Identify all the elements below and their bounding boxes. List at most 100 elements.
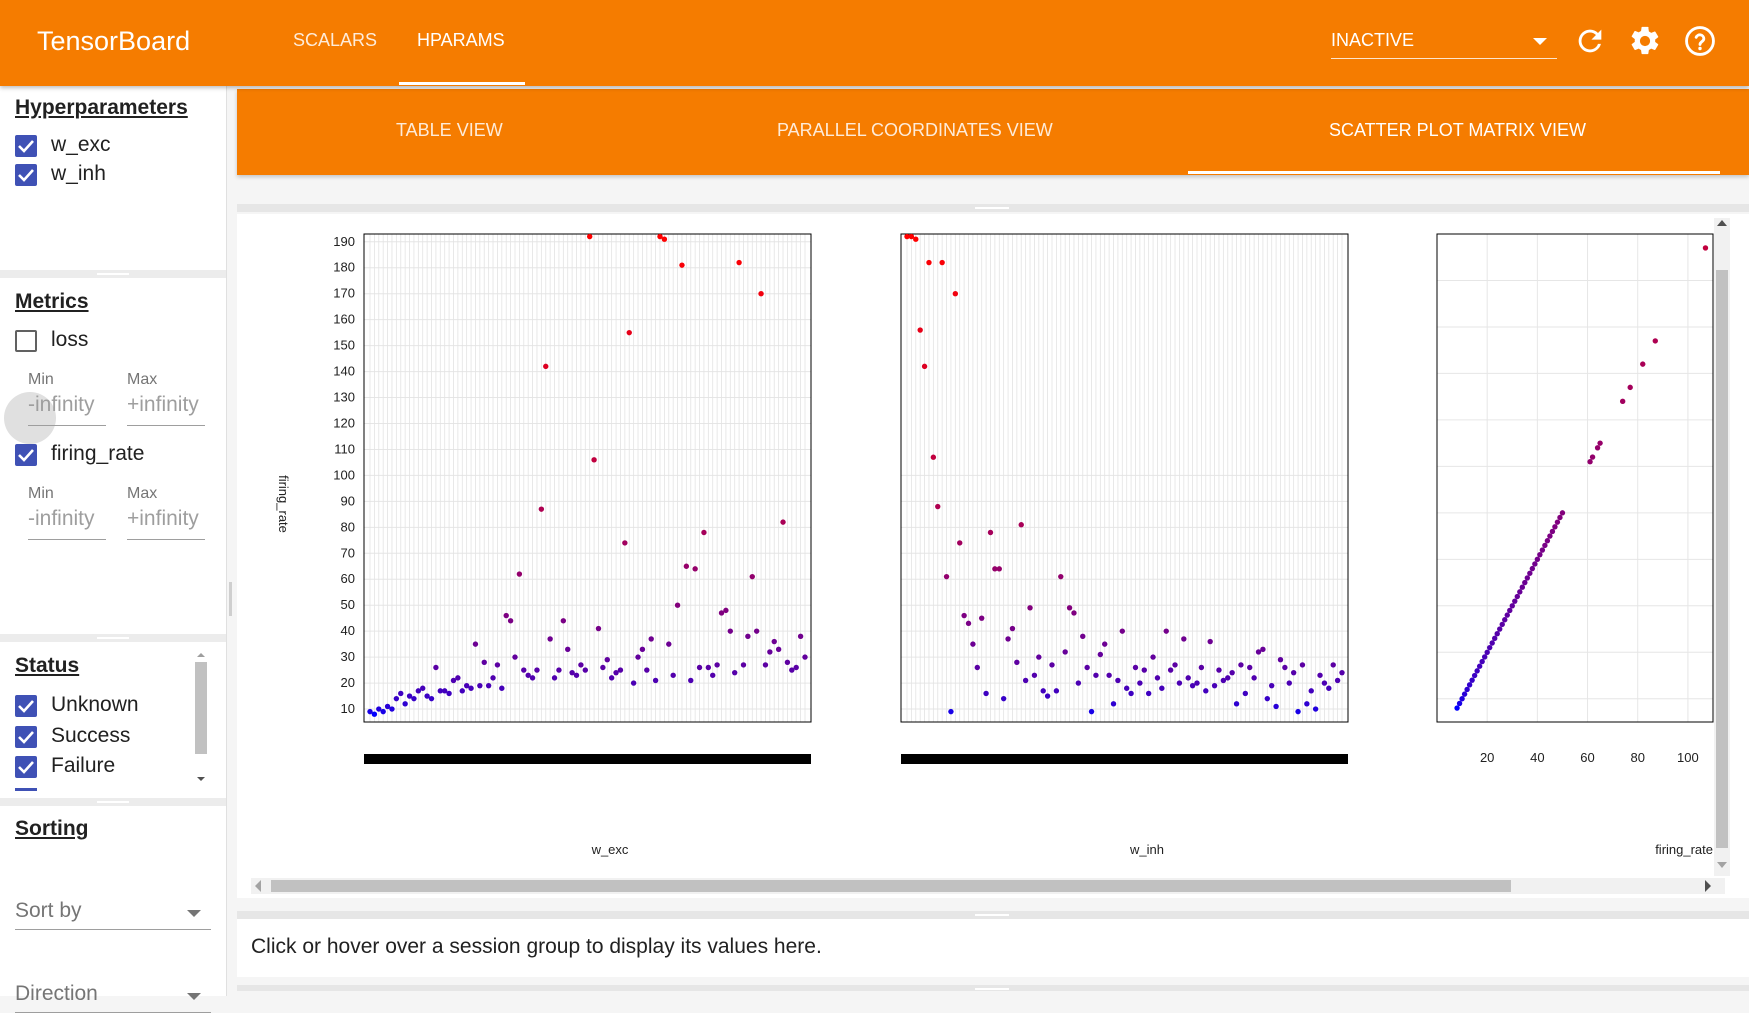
scatter-point[interactable] bbox=[714, 662, 720, 668]
scatter-point[interactable] bbox=[1062, 649, 1068, 655]
scatter-point[interactable] bbox=[731, 669, 738, 676]
scatter-point[interactable] bbox=[644, 667, 650, 673]
scatter-point[interactable] bbox=[736, 259, 742, 266]
scatter-point[interactable] bbox=[1137, 680, 1143, 686]
scatter-point[interactable] bbox=[420, 685, 426, 691]
scatter-point[interactable] bbox=[767, 649, 773, 655]
scatter-point[interactable] bbox=[1198, 664, 1205, 671]
scatter-point[interactable] bbox=[1225, 675, 1231, 681]
panel-splitter[interactable] bbox=[237, 985, 1749, 991]
scatter-point[interactable] bbox=[1097, 651, 1104, 658]
scatter-point[interactable] bbox=[411, 695, 417, 702]
scatter-point[interactable] bbox=[1247, 664, 1253, 671]
scatter-point[interactable] bbox=[578, 662, 584, 668]
scatter-point[interactable] bbox=[1132, 664, 1139, 671]
scatter-point[interactable] bbox=[1481, 654, 1488, 660]
scatter-point[interactable] bbox=[996, 566, 1002, 572]
scatter-point[interactable] bbox=[674, 602, 681, 608]
scatter-point[interactable] bbox=[1308, 688, 1314, 694]
scatter-point[interactable] bbox=[1587, 459, 1593, 465]
scatter-point[interactable] bbox=[446, 690, 452, 697]
scatter-point[interactable] bbox=[661, 236, 668, 242]
sidebar-splitter[interactable] bbox=[0, 270, 226, 278]
scatter-point[interactable] bbox=[1466, 682, 1473, 688]
scatter-point[interactable] bbox=[913, 236, 919, 242]
scatter-point[interactable] bbox=[622, 540, 628, 546]
tab-table-view[interactable]: TABLE VIEW bbox=[396, 120, 503, 141]
loss-min-input[interactable]: -infinity bbox=[28, 391, 106, 426]
scatter-point[interactable] bbox=[1119, 628, 1126, 634]
scatter-point[interactable] bbox=[1106, 672, 1112, 678]
scatter-point[interactable] bbox=[490, 675, 496, 681]
scatter-point[interactable] bbox=[1141, 667, 1147, 673]
scatter-point[interactable] bbox=[1312, 706, 1319, 712]
scatter-point[interactable] bbox=[512, 654, 518, 660]
scatter-point[interactable] bbox=[586, 233, 593, 240]
scatter-point[interactable] bbox=[1461, 691, 1468, 697]
tab-parallel-coordinates-view[interactable]: PARALLEL COORDINATES VIEW bbox=[777, 120, 1053, 141]
scatter-point[interactable] bbox=[1479, 658, 1485, 665]
scatter-point[interactable] bbox=[1534, 556, 1541, 563]
scatter-point[interactable] bbox=[701, 529, 707, 536]
scatter-point[interactable] bbox=[683, 563, 690, 569]
scatter-point[interactable] bbox=[1102, 641, 1108, 647]
scatter-point[interactable] bbox=[1203, 688, 1209, 694]
direction-select[interactable]: Direction bbox=[15, 976, 211, 1013]
scatter-point[interactable] bbox=[380, 708, 386, 715]
scatter-point[interactable] bbox=[1260, 646, 1266, 653]
loss-max-input[interactable]: +infinity bbox=[127, 391, 205, 426]
scatter-point[interactable] bbox=[485, 682, 492, 689]
scatter-point[interactable] bbox=[797, 633, 804, 640]
scatter-point[interactable] bbox=[455, 675, 461, 681]
scatter-point[interactable] bbox=[1539, 547, 1546, 553]
scatter-point[interactable] bbox=[1159, 685, 1165, 691]
scatter-point[interactable] bbox=[1014, 659, 1020, 665]
scatter-point[interactable] bbox=[1509, 603, 1515, 609]
scatter-point[interactable] bbox=[1519, 584, 1526, 590]
scatter-point[interactable] bbox=[926, 259, 932, 266]
scatter-point[interactable] bbox=[1216, 667, 1222, 673]
scatter-point[interactable] bbox=[402, 701, 408, 707]
scatter-point[interactable] bbox=[952, 291, 959, 297]
tab-scatter-plot-matrix-view[interactable]: SCATTER PLOT MATRIX VIEW bbox=[1329, 120, 1586, 141]
scatter-point[interactable] bbox=[529, 675, 536, 681]
scatter-point[interactable] bbox=[1330, 662, 1336, 668]
scatter-point[interactable] bbox=[1469, 677, 1475, 683]
scatter-point[interactable] bbox=[943, 573, 950, 580]
status-scrollbar[interactable] bbox=[193, 651, 209, 789]
scatter-point[interactable] bbox=[503, 612, 509, 619]
scatter-point[interactable] bbox=[970, 641, 976, 647]
vertical-scrollbar[interactable] bbox=[1714, 218, 1730, 876]
scatter-point[interactable] bbox=[802, 654, 808, 660]
scatter-point[interactable] bbox=[1317, 672, 1323, 678]
scatter-point[interactable] bbox=[595, 625, 602, 632]
scatter-point[interactable] bbox=[784, 659, 791, 665]
scatter-point[interactable] bbox=[1476, 663, 1483, 669]
scatter-point[interactable] bbox=[1504, 612, 1510, 618]
scatter-point[interactable] bbox=[917, 327, 923, 333]
scatter-cell-firing-rate[interactable]: 20 40 60 80 100 bbox=[1436, 233, 1714, 765]
scatter-point[interactable] bbox=[591, 457, 597, 463]
scatter-point[interactable] bbox=[1058, 573, 1064, 580]
tab-scalars[interactable]: SCALARS bbox=[293, 30, 377, 51]
scatter-point[interactable] bbox=[1172, 662, 1178, 668]
scatter-point[interactable] bbox=[1128, 690, 1134, 697]
run-selector[interactable]: INACTIVE bbox=[1331, 22, 1557, 59]
scatter-point[interactable] bbox=[1529, 565, 1536, 572]
scatter-point[interactable] bbox=[758, 291, 764, 297]
panel-splitter[interactable] bbox=[237, 204, 1749, 212]
scatter-point[interactable] bbox=[1167, 667, 1174, 673]
gear-icon[interactable] bbox=[1628, 24, 1662, 58]
scatter-point[interactable] bbox=[468, 685, 474, 691]
scatter-point[interactable] bbox=[1454, 705, 1460, 711]
help-icon[interactable] bbox=[1683, 24, 1717, 58]
scatter-point[interactable] bbox=[582, 667, 589, 673]
scatter-point[interactable] bbox=[1115, 677, 1121, 684]
scatter-point[interactable] bbox=[1304, 701, 1310, 707]
scatter-point[interactable] bbox=[1299, 662, 1306, 668]
scatter-point[interactable] bbox=[534, 667, 540, 673]
reload-icon[interactable] bbox=[1573, 24, 1607, 58]
scatter-point[interactable] bbox=[1514, 593, 1520, 600]
sidebar-splitter[interactable] bbox=[0, 634, 226, 642]
scatter-point[interactable] bbox=[1627, 384, 1633, 391]
